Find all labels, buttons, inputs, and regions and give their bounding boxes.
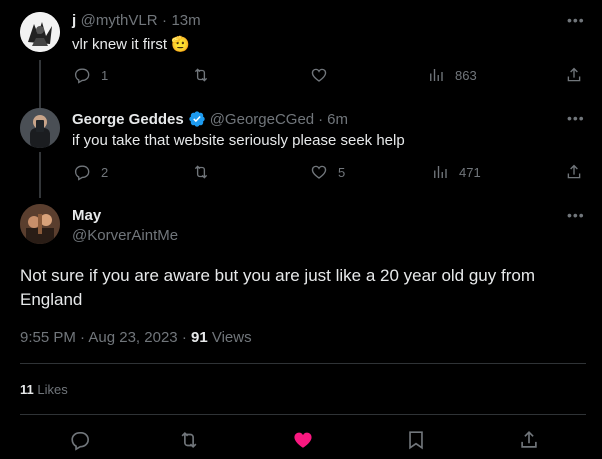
- views-count: 91: [190, 329, 208, 346]
- separator: ·: [80, 329, 86, 346]
- tweet-date[interactable]: Aug 23, 2023: [88, 329, 177, 346]
- timestamp[interactable]: 6m: [327, 111, 348, 128]
- more-options-icon[interactable]: •••: [567, 12, 585, 28]
- separator: ·: [318, 110, 324, 128]
- views-icon: [430, 69, 443, 81]
- likes-count: 11: [20, 382, 34, 397]
- share-icon: [521, 431, 537, 448]
- author-name[interactable]: May: [72, 207, 101, 224]
- share-button[interactable]: [518, 429, 540, 451]
- verified-badge-icon: [189, 111, 205, 127]
- share-icon: [567, 164, 581, 179]
- retweet-icon: [194, 165, 208, 179]
- reply-count: 1: [101, 67, 109, 83]
- saluting-face-emoji: 🫡: [171, 36, 190, 53]
- view-count: 863: [455, 67, 477, 83]
- like-button[interactable]: 5: [310, 163, 345, 181]
- views-button[interactable]: 863: [427, 66, 477, 84]
- views-button[interactable]: 471: [431, 163, 481, 181]
- tweet-time[interactable]: 9:55 PM: [20, 329, 76, 346]
- author-handle[interactable]: @GeorgeCGed: [210, 111, 314, 128]
- reply-icon: [71, 432, 89, 451]
- reply-icon: [74, 165, 90, 181]
- like-button[interactable]: [310, 66, 328, 84]
- tweet-text: if you take that website seriously pleas…: [72, 132, 405, 149]
- share-icon: [567, 67, 581, 82]
- thread-line: [39, 60, 41, 108]
- reply-button[interactable]: 2: [73, 163, 108, 181]
- more-options-icon[interactable]: •••: [567, 207, 585, 223]
- separator: ·: [181, 329, 187, 346]
- heart-icon: [311, 68, 327, 82]
- reply-count: 2: [101, 164, 109, 180]
- views-icon: [434, 166, 447, 178]
- divider: [20, 414, 586, 415]
- share-button[interactable]: [565, 163, 583, 181]
- bookmark-button[interactable]: [405, 429, 427, 451]
- more-options-icon[interactable]: •••: [567, 110, 585, 126]
- reply-icon: [74, 68, 90, 84]
- reply-button[interactable]: [69, 429, 91, 451]
- bookmark-icon: [409, 431, 423, 450]
- author-name[interactable]: George Geddes: [72, 111, 184, 128]
- views-label: Views: [211, 329, 252, 346]
- heart-icon: [294, 432, 312, 448]
- avatar[interactable]: [20, 12, 60, 52]
- timestamp[interactable]: 13m: [171, 12, 200, 29]
- tweet-text: vlr knew it first: [72, 36, 168, 53]
- retweet-button[interactable]: [192, 66, 210, 84]
- likes-label: Likes: [37, 382, 68, 397]
- heart-icon: [311, 165, 327, 179]
- author-handle[interactable]: @mythVLR: [81, 12, 158, 29]
- retweet-button[interactable]: [192, 163, 210, 181]
- retweet-button[interactable]: [178, 429, 200, 451]
- likes-stat[interactable]: 11 Likes: [20, 382, 68, 397]
- avatar[interactable]: [20, 204, 60, 244]
- divider: [20, 363, 586, 364]
- retweet-icon: [181, 431, 197, 449]
- like-button[interactable]: [292, 429, 314, 451]
- author-name[interactable]: j: [72, 12, 76, 29]
- like-count: 5: [338, 164, 346, 180]
- retweet-icon: [194, 68, 208, 82]
- separator: ·: [162, 12, 167, 29]
- thread-line: [39, 152, 41, 198]
- author-handle[interactable]: @KorverAintMe: [72, 227, 178, 244]
- view-count: 471: [459, 164, 481, 180]
- tweet-meta: 9:55 PM · Aug 23, 2023 · 91 Views: [20, 329, 252, 346]
- reply-button[interactable]: 1: [73, 66, 108, 84]
- avatar[interactable]: [20, 108, 60, 148]
- tweet-text: Not sure if you are aware but you are ju…: [20, 266, 535, 309]
- share-button[interactable]: [565, 66, 583, 84]
